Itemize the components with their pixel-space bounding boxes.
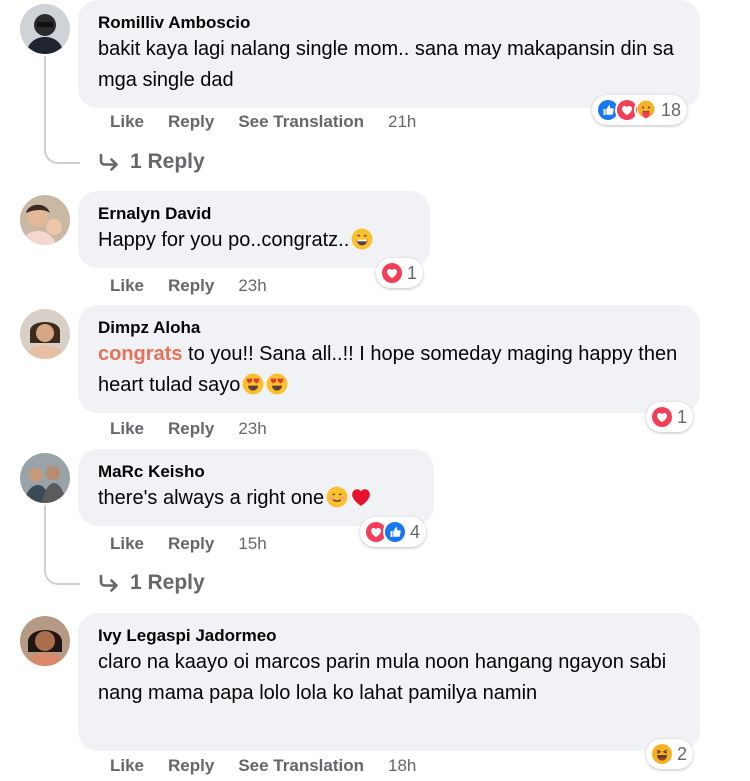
thread-connector: [44, 505, 80, 585]
replies-count-label[interactable]: 1 Reply: [130, 150, 205, 174]
reaction-count: 1: [407, 262, 418, 283]
avatar[interactable]: [20, 616, 70, 666]
reply-arrow-icon: [98, 153, 120, 171]
comment-text: Happy for you po..congratz..: [98, 225, 410, 256]
see-translation-button[interactable]: See Translation: [238, 112, 364, 132]
comment-text: there's always a right one: [98, 483, 414, 514]
comment-bubble: Ernalyn David Happy for you po..congratz…: [78, 191, 430, 268]
comment-bubble: Romilliv Amboscio bakit kaya lagi nalang…: [78, 0, 700, 108]
reply-button[interactable]: Reply: [168, 534, 214, 554]
avatar[interactable]: [20, 195, 70, 245]
replies-count-label[interactable]: 1 Reply: [130, 571, 205, 595]
comment-actions: Like Reply 23h: [110, 419, 291, 439]
mention-tag[interactable]: congrats: [98, 343, 182, 365]
thread-connector: [44, 56, 80, 164]
comment-actions: Like Reply 23h: [110, 276, 291, 296]
comment-text: bakit kaya lagi nalang single mom.. sana…: [98, 38, 674, 91]
comment-text-content: there's always a right one: [98, 487, 325, 509]
grinning-emoji-icon: [351, 228, 373, 250]
reaction-count: 4: [410, 521, 421, 542]
reaction-count: 2: [677, 743, 688, 764]
comment-bubble: Dimpz Aloha congrats to you!! Sana all..…: [78, 305, 700, 413]
reaction-count: 18: [661, 99, 682, 120]
reaction-summary[interactable]: 18: [592, 95, 688, 125]
reaction-summary[interactable]: 1: [646, 402, 694, 432]
comment-actions: Like Reply 15h: [110, 534, 291, 554]
comment-text: congrats to you!! Sana all..!! I hope so…: [98, 339, 680, 401]
avatar[interactable]: [20, 4, 70, 54]
love-icon: [380, 261, 404, 285]
reaction-summary[interactable]: 4: [360, 517, 427, 547]
comment-actions: Like Reply See Translation 18h: [110, 756, 440, 776]
comment-author[interactable]: Dimpz Aloha: [98, 317, 680, 339]
heart-eyes-emoji-icon: [242, 373, 264, 395]
comment-actions: Like Reply See Translation 21h: [110, 112, 440, 132]
comment-author[interactable]: Ivy Legaspi Jadormeo: [98, 625, 680, 647]
comment-text-content: Happy for you po..congratz..: [98, 229, 350, 251]
comment-timestamp[interactable]: 23h: [238, 276, 266, 296]
haha-icon: [650, 742, 674, 766]
smiling-emoji-icon: [326, 486, 348, 508]
like-icon: [383, 520, 407, 544]
avatar[interactable]: [20, 453, 70, 503]
comment-bubble: MaRc Keisho there's always a right one: [78, 449, 434, 526]
reaction-count: 1: [677, 406, 688, 427]
reply-arrow-icon: [98, 574, 120, 592]
like-button[interactable]: Like: [110, 276, 144, 296]
comment-timestamp[interactable]: 23h: [238, 419, 266, 439]
comment-timestamp[interactable]: 18h: [388, 756, 416, 776]
view-replies-link[interactable]: 1 Reply: [98, 571, 205, 595]
reaction-summary[interactable]: 1: [376, 258, 424, 288]
view-replies-link[interactable]: 1 Reply: [98, 150, 205, 174]
comment-bubble: Ivy Legaspi Jadormeo claro na kaayo oi m…: [78, 613, 700, 751]
love-icon: [650, 405, 674, 429]
heart-eyes-emoji-icon: [266, 373, 288, 395]
avatar[interactable]: [20, 309, 70, 359]
like-button[interactable]: Like: [110, 419, 144, 439]
comment-author[interactable]: Romilliv Amboscio: [98, 12, 680, 34]
comment-author[interactable]: Ernalyn David: [98, 203, 410, 225]
like-button[interactable]: Like: [110, 112, 144, 132]
comment-timestamp[interactable]: 21h: [388, 112, 416, 132]
reply-button[interactable]: Reply: [168, 756, 214, 776]
see-translation-button[interactable]: See Translation: [238, 756, 364, 776]
like-button[interactable]: Like: [110, 756, 144, 776]
red-heart-emoji-icon: [350, 486, 372, 508]
reply-button[interactable]: Reply: [168, 112, 214, 132]
comment-text-content: to you!! Sana all..!! I hope someday mag…: [98, 343, 678, 396]
comment-author[interactable]: MaRc Keisho: [98, 461, 414, 483]
reaction-summary[interactable]: 2: [646, 739, 694, 769]
like-button[interactable]: Like: [110, 534, 144, 554]
comment-timestamp[interactable]: 15h: [238, 534, 266, 554]
reply-button[interactable]: Reply: [168, 419, 214, 439]
care-icon: [634, 98, 658, 122]
reply-button[interactable]: Reply: [168, 276, 214, 296]
comment-text: claro na kaayo oi marcos parin mula noon…: [98, 651, 667, 704]
